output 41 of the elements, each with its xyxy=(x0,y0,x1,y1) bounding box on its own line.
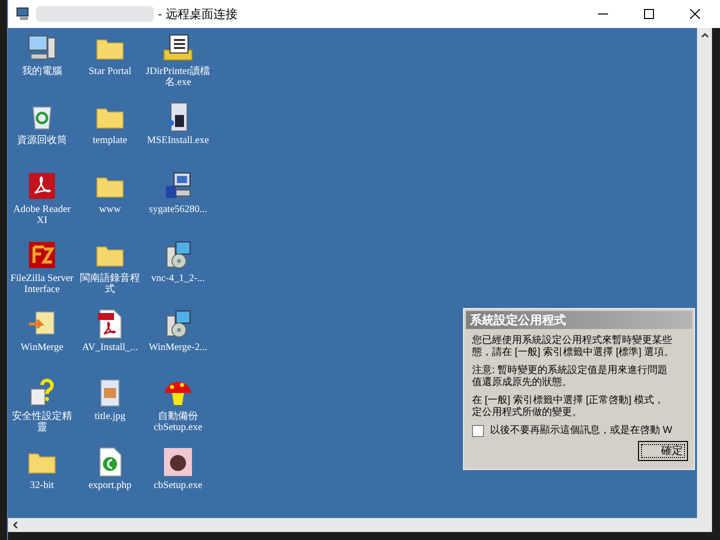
desktop-icon-label[interactable]: MSEInstall.exe xyxy=(144,135,212,146)
desktop-icon-label[interactable]: export.php xyxy=(76,480,144,491)
filezilla-icon xyxy=(26,239,58,271)
desktop-icon-label[interactable]: title.jpg xyxy=(76,411,144,422)
desktop-icon-label[interactable]: Star Portal xyxy=(76,66,144,77)
dialog-text: 在 [一般] 索引標籤中選擇 [正常啓動] 模式， xyxy=(472,395,666,406)
ok-button[interactable]: 確定 xyxy=(638,441,688,461)
scroll-left-icon xyxy=(12,521,18,529)
photo-placeholder xyxy=(162,446,194,478)
desktop-icon-label[interactable]: sygate56280... xyxy=(144,204,212,215)
close-icon xyxy=(690,9,700,19)
dialog-text: 態，請在 [一般] 索引標籤中選擇 [標準] 選項。 xyxy=(472,347,676,359)
desktop-icon-label[interactable]: www xyxy=(76,204,144,215)
scroll-up-icon xyxy=(700,32,708,38)
desktop-icon-label[interactable]: 我的電腦 xyxy=(8,66,76,77)
desktop-icon-label[interactable]: FileZilla Server Interface xyxy=(8,273,76,295)
desktop-icon-label[interactable]: Adobe Reader XI xyxy=(8,204,76,226)
pdf-reader-icon xyxy=(26,170,58,202)
desktop-icon-label[interactable]: 閩南語錄音程式 xyxy=(76,273,144,295)
horizontal-scrollbar[interactable] xyxy=(8,518,712,532)
desktop-icon-label[interactable]: template xyxy=(76,135,144,146)
checkbox[interactable] xyxy=(472,425,484,437)
desktop-icon-label[interactable]: 自動備份cbSetup.exe xyxy=(144,411,212,433)
checkbox-label: 以後不要再顯示這個訊息，或是在啓動 W xyxy=(490,425,672,437)
desktop-icon-label[interactable]: JDirPrinter讀檔名.exe xyxy=(144,66,212,88)
desktop-icon-label[interactable]: 資源回收筒 xyxy=(8,135,76,146)
dialog-title: 系統設定公用程式 xyxy=(470,312,566,329)
window-title: - 远程桌面连接 xyxy=(158,6,238,23)
dialog-text: 值還原成原先的狀態。 xyxy=(472,377,573,389)
desktop-icon-label[interactable]: cbSetup.exe xyxy=(144,480,212,491)
dialog-text: 您已經使用系統設定公用程式來暫時變更某些 xyxy=(472,335,673,346)
desktop-icon-label[interactable]: vnc-4_1_2-... xyxy=(144,273,212,284)
desktop-icon-label[interactable]: AV_Install_... xyxy=(76,342,144,353)
desktop-icon-label[interactable]: WinMerge xyxy=(8,342,76,353)
desktop-icon-label[interactable]: 32-bit xyxy=(8,480,76,491)
maximize-icon xyxy=(644,9,654,19)
vertical-scrollbar[interactable] xyxy=(697,28,712,518)
desktop-icon-label[interactable]: 安全性設定精靈 xyxy=(8,411,76,433)
dialog-text: 注意: 暫時變更的系統設定值是用來進行問題 xyxy=(472,365,669,376)
desktop-icon-label[interactable]: WinMerge-2... xyxy=(144,342,212,353)
dialog-text: 定公用程式所做的變更。 xyxy=(472,407,583,419)
